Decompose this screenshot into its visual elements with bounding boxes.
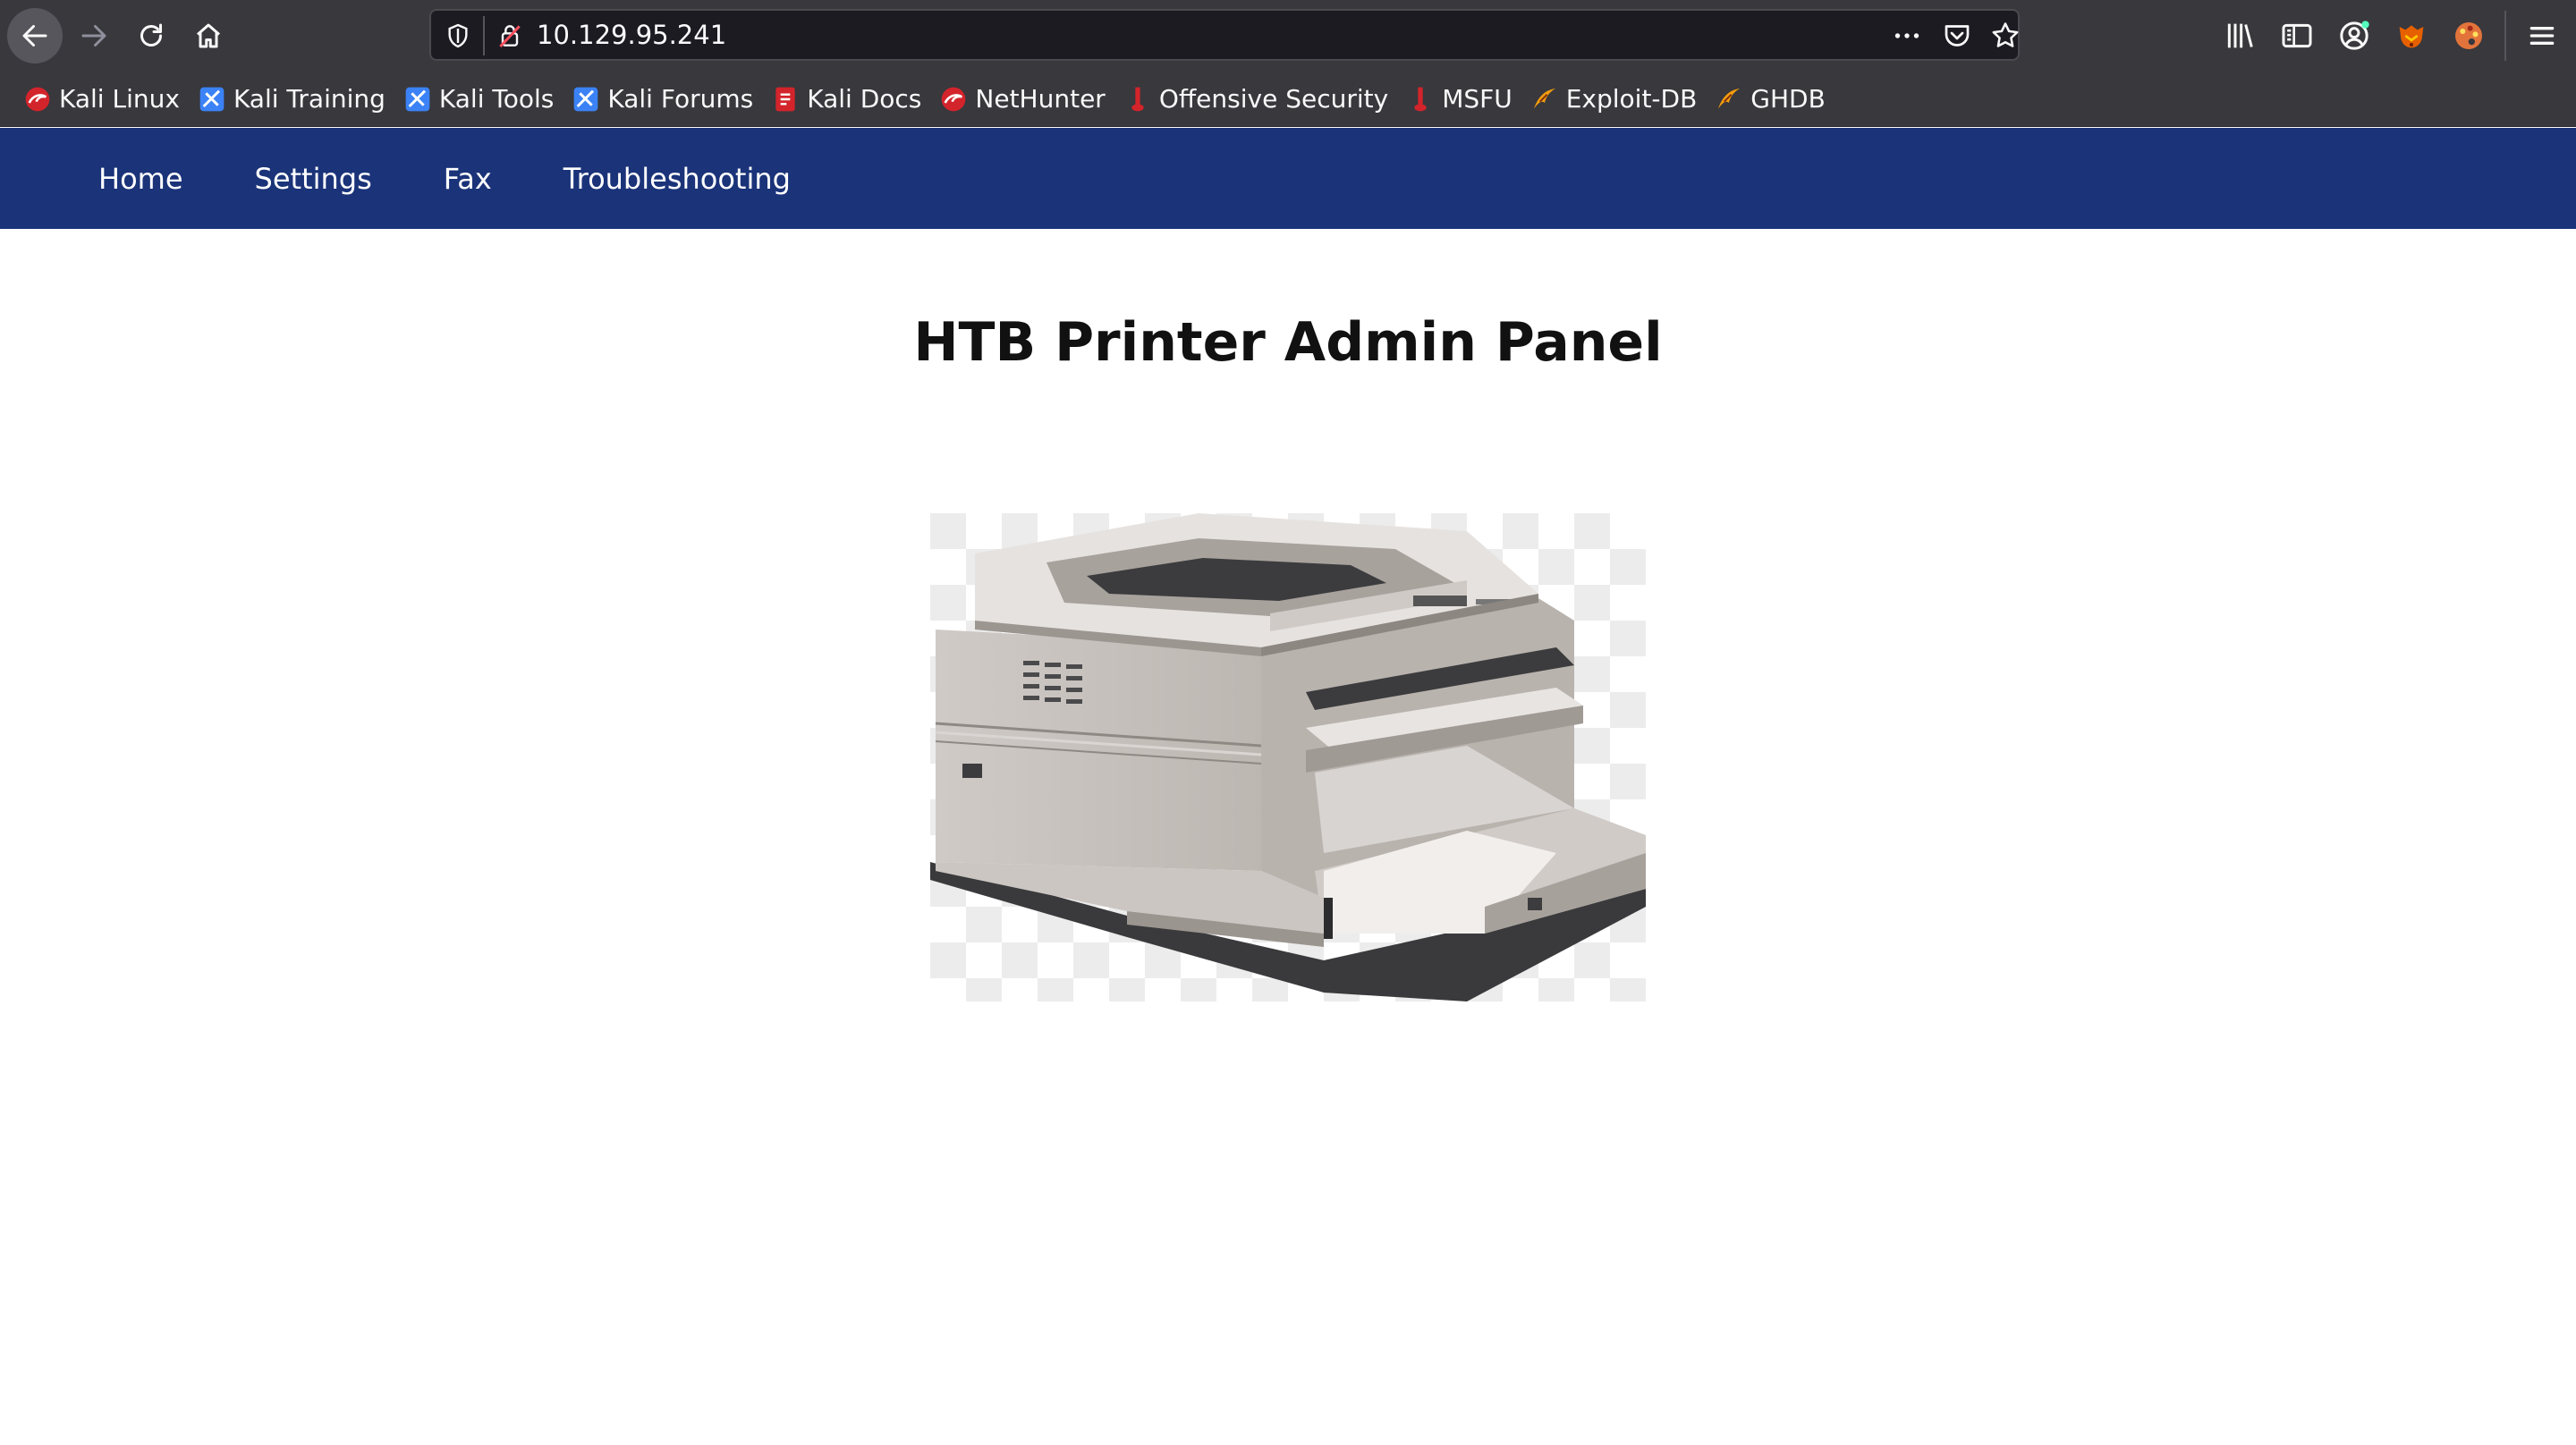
offsec-icon — [1131, 87, 1144, 111]
nav-troubleshooting-link[interactable]: Troubleshooting — [564, 162, 791, 196]
bookmark-label: Kali Tools — [438, 84, 555, 114]
library-icon[interactable] — [2222, 18, 2258, 54]
forward-button[interactable] — [66, 8, 122, 63]
bookmark-label: Kali Forums — [607, 84, 754, 114]
msfu-icon — [1414, 87, 1427, 111]
urlbar-divider — [483, 16, 485, 55]
bookmark-label: GHDB — [1750, 84, 1826, 114]
bookmark-label: NetHunter — [975, 84, 1106, 114]
bookmark-offensive-security[interactable]: Offensive Security — [1118, 77, 1394, 122]
bookmark-kali-linux[interactable]: Kali Linux — [18, 77, 185, 122]
site-navigation: Home Settings Fax Troubleshooting — [0, 128, 2576, 229]
bookmark-kali-forums[interactable]: Kali Forums — [566, 77, 758, 122]
arrow-right-icon — [81, 25, 106, 46]
sidebar-icon[interactable] — [2279, 18, 2315, 54]
kali-docs-icon — [775, 87, 795, 111]
bookmark-label: Kali Linux — [59, 84, 180, 114]
reload-button[interactable] — [123, 8, 179, 63]
nav-home-link[interactable]: Home — [98, 162, 183, 196]
account-icon[interactable] — [2336, 18, 2372, 54]
bookmark-kali-tools[interactable]: Kali Tools — [398, 77, 559, 122]
url-text[interactable]: 10.129.95.241 — [537, 11, 726, 59]
nav-settings-link[interactable]: Settings — [255, 162, 372, 196]
bookmark-kali-docs[interactable]: Kali Docs — [766, 77, 927, 122]
toolbar-separator — [2504, 11, 2506, 61]
nav-fax-link[interactable]: Fax — [444, 162, 492, 196]
page-title: HTB Printer Admin Panel — [913, 311, 1663, 374]
back-button[interactable] — [7, 8, 63, 63]
bookmark-exploit-db[interactable]: Exploit-DB — [1525, 77, 1703, 122]
extension-fox-icon[interactable] — [2394, 18, 2429, 54]
nethunter-icon — [942, 87, 966, 111]
extension-palette-icon[interactable] — [2451, 18, 2487, 54]
home-icon — [197, 23, 220, 48]
kali-dragon-icon — [25, 87, 50, 111]
printer-illustration — [930, 513, 1646, 1001]
bookmark-nethunter[interactable]: NetHunter — [934, 77, 1110, 122]
home-button[interactable] — [181, 8, 236, 63]
bookmark-label: Exploit-DB — [1565, 84, 1698, 114]
insecure-lock-icon[interactable] — [496, 21, 524, 50]
kali-training-icon — [199, 87, 225, 111]
bookmark-label: MSFU — [1442, 84, 1513, 114]
bookmark-label: Kali Docs — [807, 84, 922, 114]
more-actions-icon[interactable] — [1891, 20, 1923, 52]
exploit-db-icon — [1533, 88, 1555, 109]
hamburger-menu-icon[interactable] — [2524, 18, 2560, 54]
bookmark-msfu[interactable]: MSFU — [1401, 77, 1518, 122]
browser-toolbar: 10.129.95.241 — [0, 0, 2576, 72]
printer-image — [930, 513, 1646, 1001]
reload-icon — [140, 23, 162, 46]
pocket-icon[interactable] — [1941, 20, 1973, 52]
arrow-left-icon — [22, 25, 47, 46]
tracking-shield-icon[interactable] — [444, 21, 472, 50]
bookmark-ghdb[interactable]: GHDB — [1709, 77, 1831, 122]
bookmark-kali-training[interactable]: Kali Training — [192, 77, 391, 122]
bookmark-label: Kali Training — [233, 84, 386, 114]
ghdb-icon — [1718, 88, 1741, 109]
kali-tools-icon — [405, 87, 430, 111]
bookmark-star-icon[interactable] — [1989, 20, 2021, 52]
kali-forums-icon — [574, 87, 598, 111]
bookmarks-toolbar: Kali Linux Kali Training Kali Tools Kali… — [0, 72, 2576, 127]
bookmark-label: Offensive Security — [1158, 84, 1389, 114]
url-bar[interactable]: 10.129.95.241 — [429, 9, 2020, 61]
